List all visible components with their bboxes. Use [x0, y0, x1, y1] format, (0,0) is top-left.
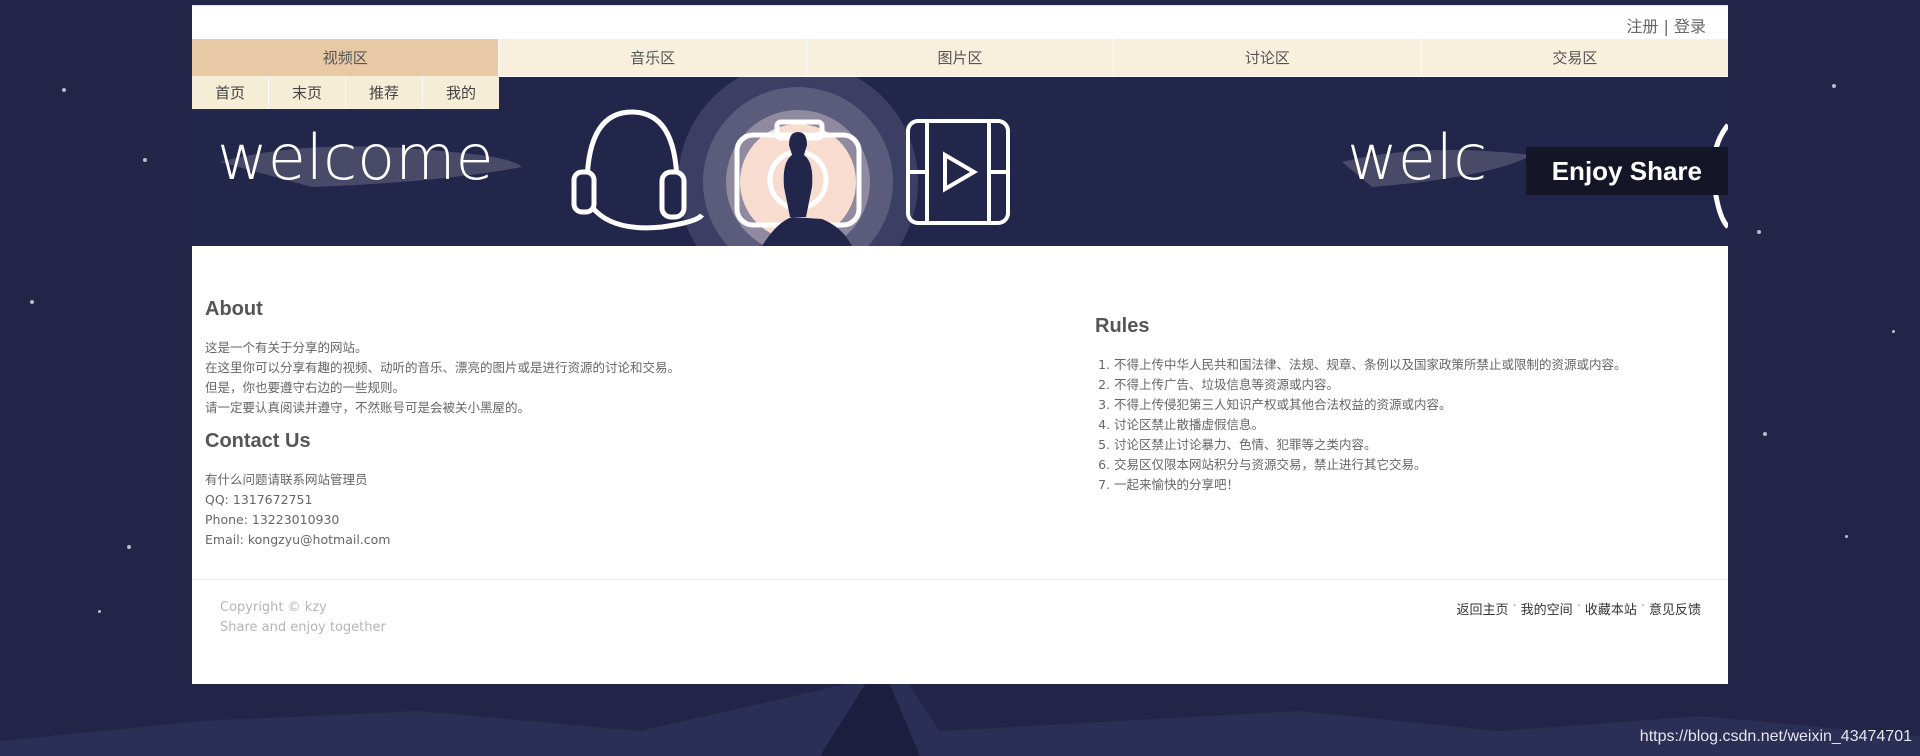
about-line: 这是一个有关于分享的网站。 [205, 340, 368, 355]
rule-item: 不得上传广告、垃圾信息等资源或内容。 [1114, 375, 1715, 395]
auth-links: 注册 | 登录 [1626, 13, 1706, 37]
banner-welcome-text: welcome [217, 121, 494, 194]
about-title: About [205, 298, 263, 320]
footer-links: 返回主页 · 我的空间 · 收藏本站 · 意见反馈 [1457, 599, 1701, 618]
register-link[interactable]: 注册 [1626, 17, 1658, 36]
about-line: 请一定要认真阅读并遵守，不然账号可是会被关小黑屋的。 [205, 400, 531, 415]
about-section: About 这是一个有关于分享的网站。 在这里你可以分享有趣的视频、动听的音乐、… [205, 298, 1005, 550]
film-play-icon [906, 119, 1010, 225]
top-border [192, 5, 1728, 6]
rule-item: 不得上传中华人民共和国法律、法规、规章、条例以及国家政策所禁止或限制的资源或内容… [1114, 355, 1715, 375]
tab-trade[interactable]: 交易区 [1422, 39, 1728, 76]
rule-item: 讨论区禁止讨论暴力、色情、犯罪等之类内容。 [1114, 435, 1715, 455]
footer-link-feedback[interactable]: 意见反馈 [1649, 599, 1701, 618]
tab-music[interactable]: 音乐区 [499, 39, 807, 76]
rules-list: 不得上传中华人民共和国法律、法规、规章、条例以及国家政策所禁止或限制的资源或内容… [1095, 355, 1715, 495]
main-page: 注册 | 登录 welcome welc Enjoy Share 视频区 音乐区… [192, 5, 1728, 684]
footer-divider [192, 579, 1728, 580]
about-line: 但是，你也要遵守右边的一些规则。 [205, 380, 406, 395]
about-line: 在这里你可以分享有趣的视频、动听的音乐、漂亮的图片或是进行资源的讨论和交易。 [205, 360, 681, 375]
copyright-text: Copyright © kzy [220, 600, 327, 615]
contact-qq: QQ: 1317672751 [205, 492, 313, 507]
main-nav: 视频区 音乐区 图片区 讨论区 交易区 [192, 39, 1728, 76]
rule-item: 交易区仅限本网站积分与资源交易，禁止进行其它交易。 [1114, 455, 1715, 475]
footer-link-bookmark[interactable]: 收藏本站 [1585, 599, 1637, 618]
footer-separator: · [1640, 599, 1645, 614]
rule-item: 讨论区禁止散播虚假信息。 [1114, 415, 1715, 435]
rule-item: 一起来愉快的分享吧！ [1114, 475, 1715, 495]
banner-welcome-partial: welc [1347, 121, 1487, 194]
subnav-mine[interactable]: 我的 [423, 76, 499, 109]
watermark-url: https://blog.csdn.net/weixin_43474701 [1639, 728, 1912, 745]
contact-title: Contact Us [205, 430, 311, 452]
sub-nav: 首页 末页 推荐 我的 [192, 76, 499, 109]
login-link[interactable]: 登录 [1674, 17, 1706, 36]
footer-tagline: Share and enjoy together [220, 620, 386, 635]
auth-separator: | [1663, 17, 1669, 36]
rules-section: Rules 不得上传中华人民共和国法律、法规、规章、条例以及国家政策所禁止或限制… [1095, 315, 1715, 495]
contact-phone: Phone: 13223010930 [205, 512, 340, 527]
rules-title: Rules [1095, 315, 1150, 337]
footer-link-space[interactable]: 我的空间 [1521, 599, 1573, 618]
contact-email: Email: kongzyu@hotmail.com [205, 532, 391, 547]
footer-separator: · [1512, 599, 1517, 614]
subnav-recommend[interactable]: 推荐 [346, 76, 423, 109]
subnav-last[interactable]: 末页 [269, 76, 346, 109]
contact-line: 有什么问题请联系网站管理员 [205, 472, 368, 487]
tab-discussion[interactable]: 讨论区 [1114, 39, 1422, 76]
rule-item: 不得上传侵犯第三人知识产权或其他合法权益的资源或内容。 [1114, 395, 1715, 415]
tab-video[interactable]: 视频区 [192, 39, 500, 76]
subnav-home[interactable]: 首页 [192, 76, 269, 109]
enjoy-share-label: Enjoy Share [1525, 147, 1728, 195]
footer-copyright: Copyright © kzy Share and enjoy together [220, 598, 386, 638]
footer-separator: · [1576, 599, 1581, 614]
footer-link-home[interactable]: 返回主页 [1457, 599, 1509, 618]
tab-picture[interactable]: 图片区 [807, 39, 1115, 76]
